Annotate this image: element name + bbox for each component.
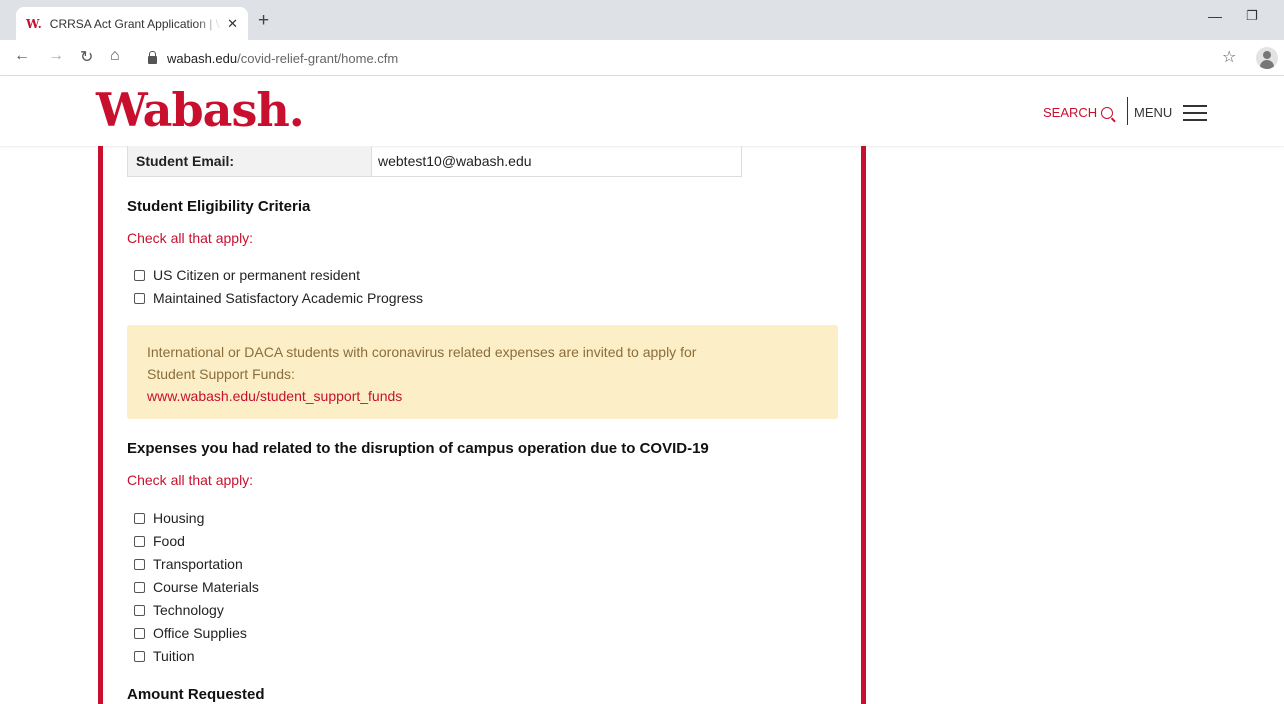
expense-checkbox-course-materials[interactable]: Course Materials (134, 577, 259, 597)
expense-checkbox-food[interactable]: Food (134, 531, 185, 551)
expense-checkbox-housing[interactable]: Housing (134, 508, 204, 528)
profile-avatar-icon[interactable] (1256, 47, 1278, 69)
back-arrow-icon[interactable]: ← (14, 47, 30, 65)
international-students-notice: International or DACA students with coro… (127, 325, 838, 419)
student-email-value: webtest10@wabash.edu (378, 153, 532, 169)
reload-icon[interactable]: ↻ (80, 47, 93, 67)
checkbox-label: Food (153, 533, 185, 549)
student-email-label: Student Email: (128, 146, 372, 176)
expense-checkbox-office-supplies[interactable]: Office Supplies (134, 623, 247, 643)
student-email-row: Student Email: webtest10@wabash.edu (127, 146, 742, 177)
site-header: Wabash. SEARCH MENU (0, 76, 1284, 146)
application-form: Student Email: webtest10@wabash.edu Stud… (0, 146, 1284, 704)
search-icon (1101, 106, 1114, 119)
wabash-logo[interactable]: Wabash. (96, 84, 305, 136)
minimize-window-icon[interactable]: — (1208, 8, 1222, 24)
wabash-favicon-icon: W. (26, 16, 42, 31)
checkbox-label: Tuition (153, 648, 195, 664)
checkbox-label: Office Supplies (153, 625, 247, 641)
expense-checkbox-technology[interactable]: Technology (134, 600, 224, 620)
checkbox-icon[interactable] (134, 650, 145, 662)
home-icon[interactable]: ⌂ (110, 47, 120, 65)
amount-requested-heading: Amount Requested (127, 686, 265, 703)
checkbox-icon[interactable] (134, 581, 145, 593)
checkbox-label: US Citizen or permanent resident (153, 267, 360, 283)
url-path: /covid-relief-grant/home.cfm (237, 50, 399, 66)
eligibility-hint: Check all that apply: (127, 230, 254, 246)
checkbox-icon[interactable] (134, 292, 145, 304)
left-red-border (98, 146, 103, 704)
search-label: SEARCH (1043, 105, 1098, 120)
eligibility-checkbox-academic-progress[interactable]: Maintained Satisfactory Academic Progres… (134, 288, 423, 308)
lock-icon (148, 50, 157, 64)
browser-toolbar: ← → ↻ ⌂ wabash.edu/covid-relief-grant/ho… (0, 40, 1284, 76)
bookmark-star-icon[interactable]: ☆ (1222, 47, 1236, 67)
expenses-hint: Check all that apply: (127, 472, 254, 488)
checkbox-label: Maintained Satisfactory Academic Progres… (153, 290, 424, 306)
expense-checkbox-transportation[interactable]: Transportation (134, 554, 243, 574)
checkbox-label: Housing (153, 510, 205, 526)
checkbox-icon[interactable] (134, 512, 145, 524)
notice-line-2: Student Support Funds: (147, 366, 295, 382)
close-tab-icon[interactable]: ✕ (227, 16, 238, 32)
hamburger-menu-icon[interactable] (1183, 105, 1207, 121)
restore-window-icon[interactable]: ❐ (1246, 8, 1258, 24)
checkbox-icon[interactable] (134, 269, 145, 281)
forward-arrow-icon[interactable]: → (48, 47, 64, 65)
student-support-funds-link[interactable]: www.wabash.edu/student_support_funds (147, 385, 818, 407)
search-button[interactable]: SEARCH (1043, 105, 1114, 120)
checkbox-label: Transportation (153, 556, 243, 572)
address-bar[interactable]: wabash.edu/covid-relief-grant/home.cfm (140, 45, 1210, 71)
eligibility-checkbox-us-citizen[interactable]: US Citizen or permanent resident (134, 265, 360, 285)
menu-label[interactable]: MENU (1134, 105, 1172, 120)
checkbox-icon[interactable] (134, 535, 145, 547)
notice-line-1: International or DACA students with coro… (147, 344, 697, 360)
expense-checkbox-tuition[interactable]: Tuition (134, 646, 195, 666)
checkbox-icon[interactable] (134, 558, 145, 570)
eligibility-heading: Student Eligibility Criteria (127, 198, 311, 215)
checkbox-label: Technology (153, 602, 224, 618)
tab-title: CRRSA Act Grant Application | W (49, 16, 222, 31)
right-red-border (861, 146, 866, 704)
browser-tab-bar: W. CRRSA Act Grant Application | W ✕ + —… (0, 0, 1284, 40)
browser-tab[interactable]: W. CRRSA Act Grant Application | W ✕ (16, 7, 248, 40)
expenses-heading: Expenses you had related to the disrupti… (127, 440, 709, 457)
checkbox-icon[interactable] (134, 627, 145, 639)
new-tab-plus-icon[interactable]: + (258, 11, 269, 30)
url-host: wabash.edu (167, 50, 238, 66)
header-divider (1127, 97, 1128, 125)
checkbox-icon[interactable] (134, 604, 145, 616)
checkbox-label: Course Materials (153, 579, 259, 595)
